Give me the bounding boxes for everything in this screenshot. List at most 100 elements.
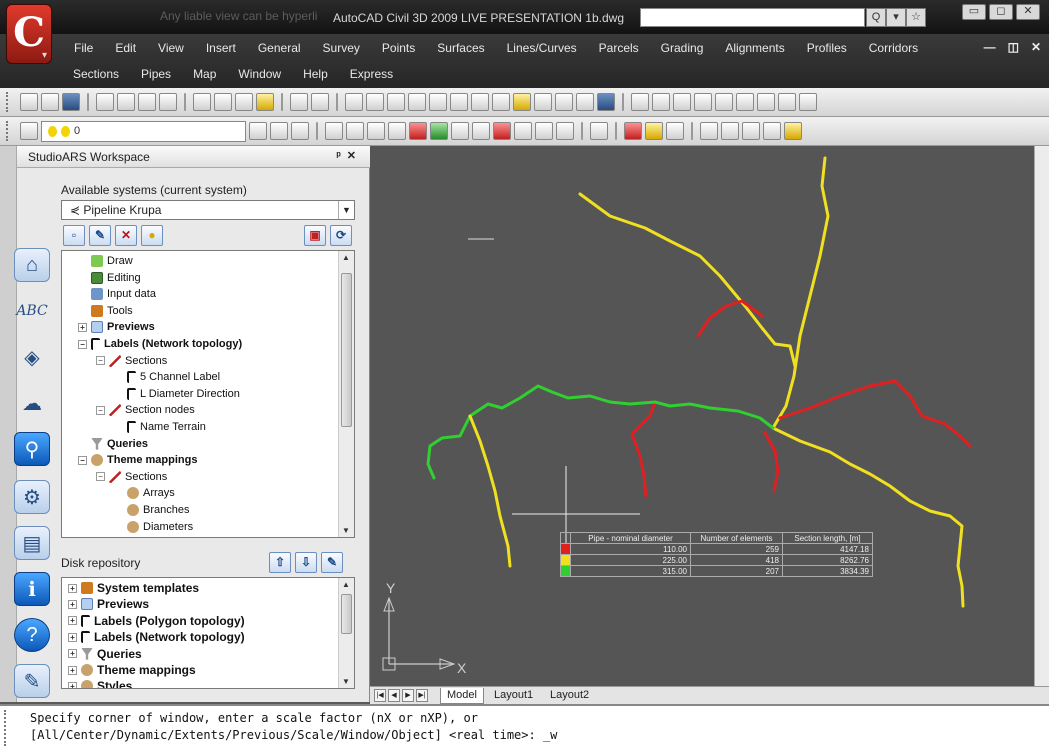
tree-item[interactable]: Arrays	[114, 485, 175, 501]
repo-item[interactable]: + Previews	[68, 596, 149, 612]
info-icon[interactable]: ℹ	[14, 572, 50, 606]
repo-item[interactable]: + Styles	[68, 678, 132, 688]
studioars-label-icon[interactable]	[346, 122, 364, 140]
command-line[interactable]: Specify corner of window, enter a scale …	[0, 704, 1049, 749]
expand-icon[interactable]: +	[68, 649, 77, 659]
tree-item[interactable]: Branches	[114, 502, 189, 518]
doc-minimize-button[interactable]: —	[984, 40, 996, 54]
menu-corridors[interactable]: Corridors	[858, 41, 929, 55]
collapse-icon[interactable]: −	[96, 356, 105, 366]
doc-restore-button[interactable]: ◫	[1008, 40, 1019, 54]
repo-item[interactable]: + Labels (Polygon topology)	[68, 613, 245, 629]
expand-icon[interactable]: +	[68, 583, 77, 593]
menu-express[interactable]: Express	[339, 67, 404, 81]
zoom-realtime-icon[interactable]	[366, 93, 384, 111]
panel-close-icon[interactable]: ✕	[347, 150, 362, 162]
tree-item[interactable]: Diameters	[114, 519, 193, 535]
collapse-icon[interactable]: −	[96, 405, 105, 415]
favorites-star-icon[interactable]: ☆	[906, 8, 926, 27]
menu-alignments[interactable]: Alignments	[714, 41, 795, 55]
minimize-button[interactable]: ▭	[962, 4, 986, 20]
expand-icon[interactable]: +	[78, 322, 87, 332]
studioars-wizard-icon[interactable]	[784, 122, 802, 140]
studioars-flag-icon[interactable]	[325, 122, 343, 140]
pipe-branch[interactable]	[778, 379, 972, 448]
tool-palettes-icon[interactable]	[471, 93, 489, 111]
design-center-icon[interactable]	[450, 93, 468, 111]
tools-wrench-icon[interactable]: ✎	[14, 664, 50, 698]
studioars-snap-icon[interactable]	[472, 122, 490, 140]
studioars-branch-icon[interactable]	[700, 122, 718, 140]
network-diamond-icon[interactable]: ◈	[14, 340, 50, 374]
studioars-node-icon[interactable]	[367, 122, 385, 140]
pan-icon[interactable]	[345, 93, 363, 111]
layer-previous-icon[interactable]	[270, 122, 288, 140]
studioars-refresh-icon[interactable]	[556, 122, 574, 140]
home-icon[interactable]: ⌂	[14, 248, 50, 282]
menu-pipes[interactable]: Pipes	[130, 67, 182, 81]
new-system-icon[interactable]: ▫	[63, 225, 85, 246]
first-tab-icon[interactable]: |◀	[374, 689, 386, 702]
studioars-network-icon[interactable]	[666, 122, 684, 140]
zoom-dynamic-icon[interactable]	[778, 93, 796, 111]
zoom-object-icon[interactable]	[736, 93, 754, 111]
menu-parcels[interactable]: Parcels	[588, 41, 650, 55]
pipe-branch[interactable]	[763, 431, 780, 493]
zoom-out-icon[interactable]	[652, 93, 670, 111]
tree-item[interactable]: Editing	[78, 270, 141, 286]
repo-item[interactable]: + Queries	[68, 646, 142, 662]
layer-dropdown[interactable]: 0	[41, 120, 246, 142]
pin-icon[interactable]: ᵖ	[336, 150, 346, 162]
pipe-branch[interactable]	[468, 414, 512, 568]
communication-center-icon[interactable]: ▾	[886, 8, 906, 27]
open-icon[interactable]	[41, 93, 59, 111]
repository-tree[interactable]: + System templates + Previews + Labels (Polyg…	[61, 577, 355, 689]
infocenter-search-input[interactable]	[640, 8, 865, 27]
close-button[interactable]: ✕	[1016, 4, 1040, 20]
last-tab-icon[interactable]: ▶|	[416, 689, 428, 702]
zoom-scale-icon[interactable]	[757, 93, 775, 111]
publish-icon[interactable]	[138, 93, 156, 111]
layer-manager-icon[interactable]	[20, 122, 38, 140]
studioars-branch3-icon[interactable]	[742, 122, 760, 140]
tree-item[interactable]: Queries	[78, 436, 148, 452]
cut-icon[interactable]	[193, 93, 211, 111]
help-icon[interactable]	[597, 93, 615, 111]
expand-icon[interactable]: +	[68, 681, 77, 688]
menu-lines-curves[interactable]: Lines/Curves	[496, 41, 588, 55]
tree-item[interactable]: Draw	[78, 253, 133, 269]
make-current-layer-icon[interactable]	[249, 122, 267, 140]
wrench-icon[interactable]: ✎	[321, 552, 343, 573]
tree-item[interactable]: − Theme mappings	[78, 452, 197, 468]
studioars-direction-icon[interactable]	[388, 122, 406, 140]
tree-item[interactable]: − Section nodes	[96, 402, 195, 418]
scroll-thumb[interactable]	[341, 273, 352, 427]
repo-scrollbar[interactable]: ▲ ▼	[338, 578, 354, 688]
menu-points[interactable]: Points	[371, 41, 426, 55]
properties-icon[interactable]	[429, 93, 447, 111]
menu-surfaces[interactable]: Surfaces	[426, 41, 495, 55]
collapse-icon[interactable]: −	[78, 339, 87, 349]
next-tab-icon[interactable]: ▶	[402, 689, 414, 702]
menu-profiles[interactable]: Profiles	[796, 41, 858, 55]
plot-preview-icon[interactable]	[117, 93, 135, 111]
zoom-in-icon[interactable]	[631, 93, 649, 111]
download-arrow-icon[interactable]: ⇩	[295, 552, 317, 573]
studioars-tree-icon[interactable]	[645, 122, 663, 140]
menu-edit[interactable]: Edit	[104, 41, 147, 55]
studioars-query-icon[interactable]	[451, 122, 469, 140]
zoom-previous-icon[interactable]	[408, 93, 426, 111]
collapse-icon[interactable]: −	[78, 455, 87, 465]
repo-item[interactable]: + Labels (Network topology)	[68, 629, 245, 645]
menu-window[interactable]: Window	[227, 67, 292, 81]
toolbar-grip[interactable]	[6, 121, 10, 141]
refresh-icon[interactable]: ⟳	[330, 225, 352, 246]
plot-icon[interactable]	[96, 93, 114, 111]
toolbar-grip[interactable]	[6, 92, 10, 112]
pipe-branch[interactable]	[426, 384, 775, 480]
studioars-branch2-icon[interactable]	[721, 122, 739, 140]
repo-item[interactable]: + Theme mappings	[68, 662, 196, 678]
layer-states-icon[interactable]	[291, 122, 309, 140]
menu-help[interactable]: Help	[292, 67, 339, 81]
tree-item[interactable]: − Sections	[96, 353, 167, 369]
